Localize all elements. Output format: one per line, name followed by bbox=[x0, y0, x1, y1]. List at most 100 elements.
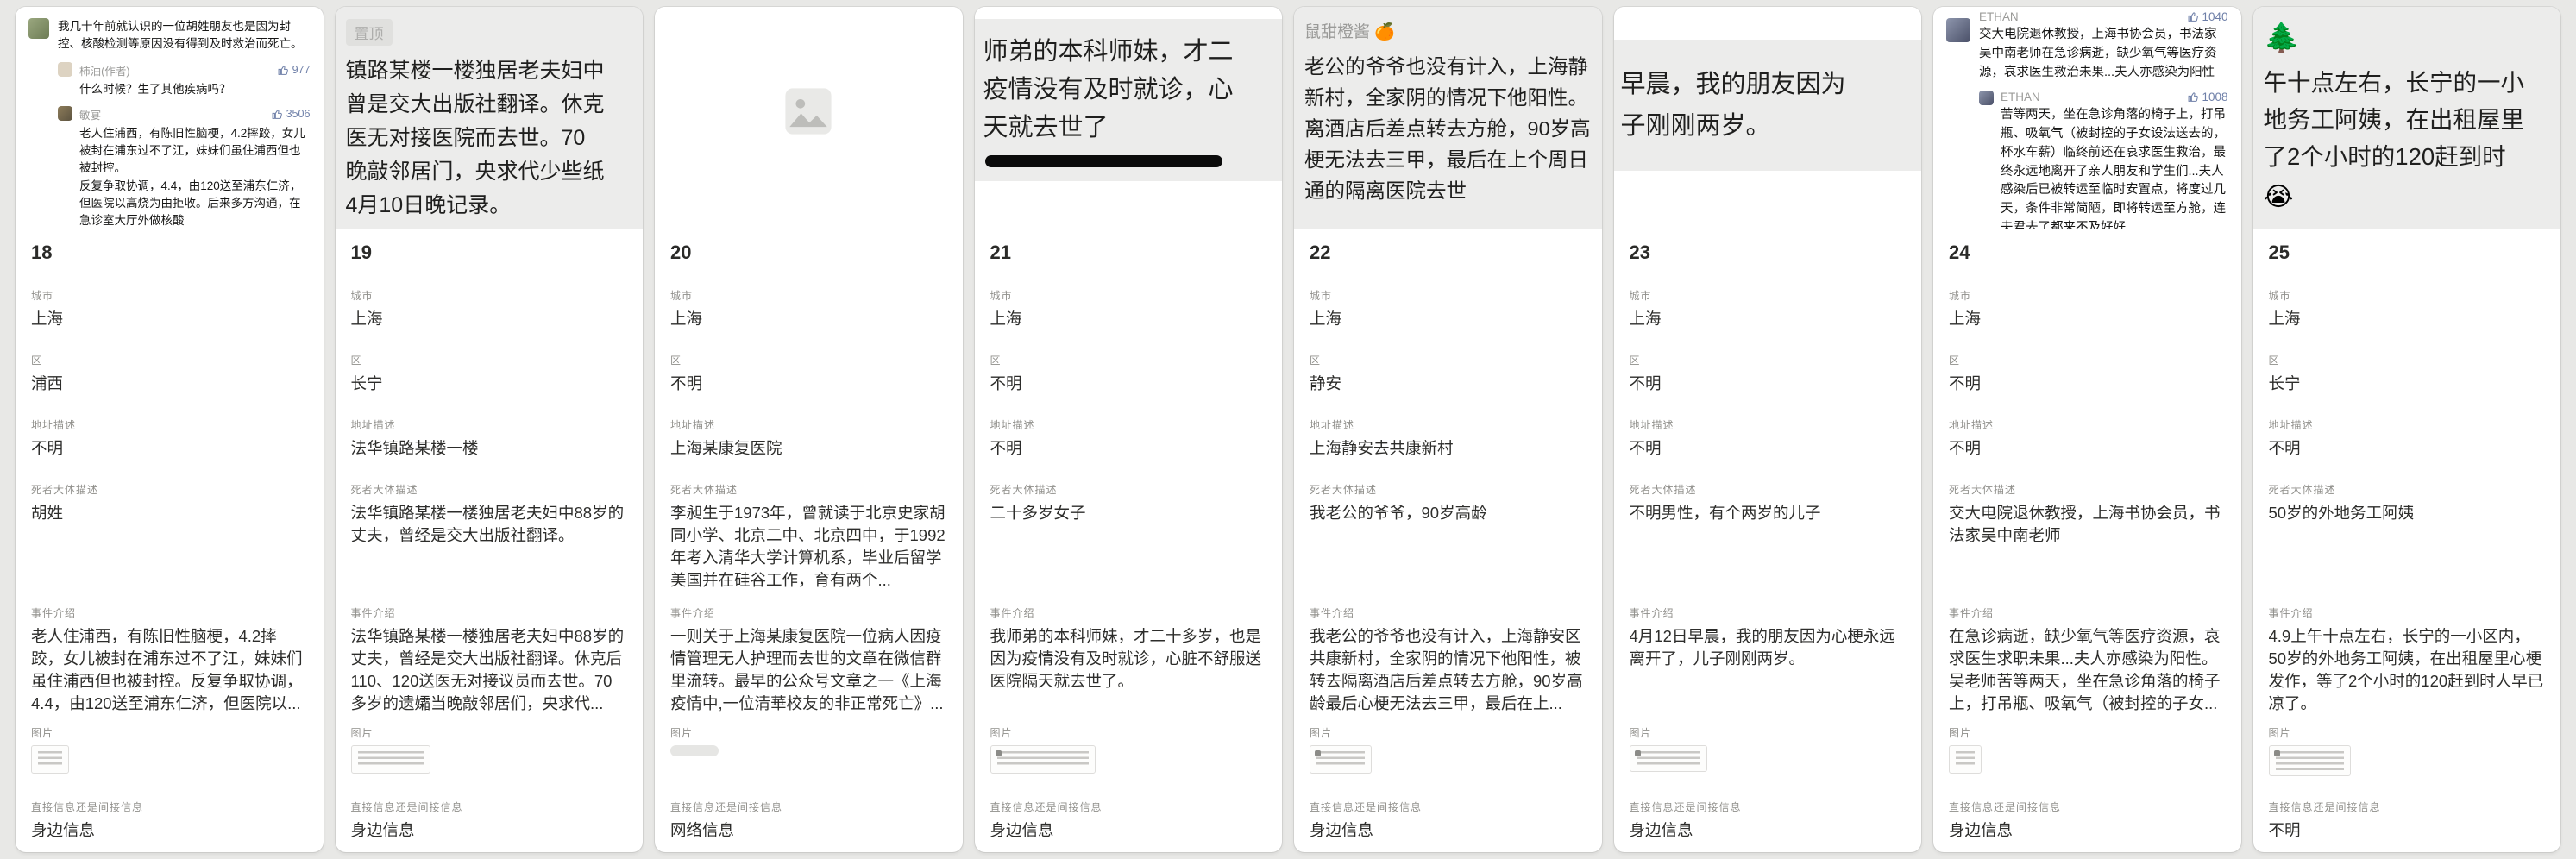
gallery-board: 我几十年前就认识的一位胡姓朋友也是因为封控、核酸检测等原因没有得到及时救治而死亡… bbox=[0, 0, 2576, 859]
card-cover: 师弟的本科师妹，才二疫情没有及时就诊，心天就去世了 bbox=[975, 7, 1283, 229]
field-value-event: 在急诊病逝，缺少氧气等医疗资源，哀求医生求职未果...夫人亦感染为阳性。吴老师苦… bbox=[1949, 625, 2226, 713]
field-image: 图片 bbox=[1630, 713, 1907, 787]
field-label-city: 城市 bbox=[1949, 288, 2226, 303]
field-direct: 直接信息还是间接信息 身边信息 bbox=[31, 787, 308, 848]
field-address: 地址描述 不明 bbox=[31, 405, 308, 470]
image-thumbnail[interactable] bbox=[670, 745, 719, 756]
field-address: 地址描述 不明 bbox=[1949, 405, 2226, 470]
field-label-image: 图片 bbox=[1310, 725, 1586, 740]
field-value-deceased: 不明男性，有个两岁的儿子 bbox=[1630, 502, 1907, 524]
field-value-event: 我师弟的本科师妹，才二十多岁，也是因为疫情没有及时就诊，心脏不舒服送医院隔天就去… bbox=[990, 625, 1267, 693]
thumbnail-avatar bbox=[1315, 750, 1321, 756]
field-value-city: 上海 bbox=[351, 308, 628, 330]
comment-text: 交大电院退休教授，上海书协会员，书法家吴中南老师在急诊病逝，缺少氧气等医疗资源，… bbox=[1979, 26, 2228, 82]
image-thumbnail[interactable] bbox=[351, 745, 430, 774]
card-cover: ETHAN 1040 交大电院退休教授，上海书协会员，书法家吴中南老师在急诊病逝，缺… bbox=[1933, 7, 2241, 229]
field-deceased: 死者大体描述 交大电院退休教授，上海书协会员，书法家吴中南老师 bbox=[1949, 470, 2226, 593]
field-address: 地址描述 上海静安去共康新村 bbox=[1310, 405, 1586, 470]
reply-name: 敏宴 bbox=[79, 106, 101, 122]
field-value-direct: 身边信息 bbox=[1630, 819, 1907, 842]
cover-text-line: 天就去世了 bbox=[983, 109, 1274, 147]
field-city: 城市 上海 bbox=[990, 276, 1267, 341]
tree-emoji: 🌲 bbox=[2264, 21, 2551, 55]
field-value-city: 上海 bbox=[990, 308, 1267, 330]
field-label-image: 图片 bbox=[1949, 725, 2226, 740]
field-label-image: 图片 bbox=[351, 725, 628, 740]
field-label-district: 区 bbox=[670, 353, 947, 367]
reply-name-row: 敏宴 3506 bbox=[79, 106, 311, 122]
reply-like-count: 3506 bbox=[272, 108, 311, 120]
field-value-district: 不明 bbox=[1630, 373, 1907, 395]
card-number: 23 bbox=[1630, 241, 1907, 276]
field-city: 城市 上海 bbox=[1949, 276, 2226, 341]
reply-name: ETHAN bbox=[2001, 91, 2040, 103]
gallery-card[interactable]: 20 城市 上海 区 不明 地址描述 上海某康复医院 死者大体描述 李昶生于19… bbox=[655, 7, 963, 852]
field-city: 城市 上海 bbox=[2269, 276, 2546, 341]
card-cover: 我几十年前就认识的一位胡姓朋友也是因为封控、核酸检测等原因没有得到及时救治而死亡… bbox=[16, 7, 324, 229]
gallery-card[interactable]: 🌲午十点左右，长宁的一小地务工阿姨，在出租屋里了2个小时的120赶到时😭 25 … bbox=[2253, 7, 2561, 852]
field-label-image: 图片 bbox=[2269, 725, 2546, 740]
card-number: 25 bbox=[2269, 241, 2546, 276]
thumbs-up-icon bbox=[2188, 11, 2199, 22]
crying-emoji: 😭 bbox=[2264, 182, 2551, 212]
field-district: 区 不明 bbox=[1630, 341, 1907, 405]
cover-text-line: 了2个小时的120赶到时 bbox=[2264, 138, 2551, 175]
field-address: 地址描述 上海某康复医院 bbox=[670, 405, 947, 470]
field-value-event: 一则关于上海某康复医院一位病人因疫情管理无人护理而去世的文章在微信群里流转。最早… bbox=[670, 625, 947, 713]
comment-main-content: ETHAN1040交大电院退休教授，上海书协会员，书法家吴中南老师在急诊病逝，缺… bbox=[1979, 18, 2228, 229]
image-thumbnail[interactable] bbox=[2269, 745, 2351, 776]
field-value-event: 4.9上午十点左右，长宁的一小区内，50岁的外地务工阿姨，在出租屋里心梗发作，等… bbox=[2269, 625, 2546, 713]
cover-text-line: 子刚刚两岁。 bbox=[1621, 105, 1915, 147]
field-image: 图片 bbox=[670, 713, 947, 787]
card-info: 21 城市 上海 区 不明 地址描述 不明 死者大体描述 二十多岁女子 事件介绍… bbox=[975, 229, 1283, 852]
image-thumbnail[interactable] bbox=[990, 745, 1096, 774]
field-deceased: 死者大体描述 法华镇路某楼一楼独居老夫妇中88岁的丈夫，曾经是交大出版社翻译。 bbox=[351, 470, 628, 593]
reply-like-value: 977 bbox=[292, 64, 311, 76]
field-event: 事件介绍 在急诊病逝，缺少氧气等医疗资源，哀求医生求职未果...夫人亦感染为阳性… bbox=[1949, 593, 2226, 713]
comment-text: 我几十年前就认识的一位胡姓朋友也是因为封控、核酸检测等原因没有得到及时救治而死亡… bbox=[58, 18, 311, 53]
thumbnail-avatar bbox=[2274, 750, 2280, 756]
image-thumbnail[interactable] bbox=[1949, 745, 1982, 774]
field-value-address: 法华镇路某楼一楼 bbox=[351, 437, 628, 460]
gallery-card[interactable]: 早晨，我的朋友因为子刚刚两岁。 23 城市 上海 区 不明 地址描述 不明 死者… bbox=[1614, 7, 1922, 852]
gallery-card[interactable]: 鼠甜橙酱 🍊老公的爷爷也没有计入，上海静新村，全家阴的情况下他阳性。离酒店后差点… bbox=[1294, 7, 1602, 852]
cover-text-line: 4月10日晚记录。 bbox=[346, 189, 633, 223]
field-label-district: 区 bbox=[1949, 353, 2226, 367]
card-info: 23 城市 上海 区 不明 地址描述 不明 死者大体描述 不明男性，有个两岁的儿… bbox=[1614, 229, 1922, 852]
card-info: 24 城市 上海 区 不明 地址描述 不明 死者大体描述 交大电院退休教授，上海… bbox=[1933, 229, 2241, 852]
field-value-deceased: 我老公的爷爷，90岁高龄 bbox=[1310, 502, 1586, 524]
cover-text-line: 师弟的本科师妹，才二 bbox=[983, 33, 1274, 71]
image-thumbnail[interactable] bbox=[1310, 745, 1372, 774]
reply-like-value: 1008 bbox=[2202, 91, 2228, 103]
field-label-direct: 直接信息还是间接信息 bbox=[1310, 799, 1586, 814]
field-label-deceased: 死者大体描述 bbox=[670, 482, 947, 497]
cover-text-line: 通的隔离医院去世 bbox=[1304, 175, 1592, 206]
cover-text-line: 镇路某楼一楼独居老夫妇中 bbox=[346, 54, 633, 88]
cover-text-line: 新村，全家阴的情况下他阳性。 bbox=[1304, 82, 1592, 113]
card-number: 20 bbox=[670, 241, 947, 276]
image-thumbnail[interactable] bbox=[1630, 745, 1707, 772]
image-thumbnail[interactable] bbox=[31, 745, 69, 774]
gallery-card[interactable]: 师弟的本科师妹，才二疫情没有及时就诊，心天就去世了 21 城市 上海 区 不明 … bbox=[975, 7, 1283, 852]
comment-main-content: 我几十年前就认识的一位胡姓朋友也是因为封控、核酸检测等原因没有得到及时救治而死亡… bbox=[58, 18, 311, 229]
field-label-direct: 直接信息还是间接信息 bbox=[990, 799, 1267, 814]
card-cover: 置顶镇路某楼一楼独居老夫妇中曾是交大出版社翻译。休克医无对接医院而去世。70晚敲… bbox=[336, 7, 644, 229]
field-deceased: 死者大体描述 50岁的外地务工阿姨 bbox=[2269, 470, 2546, 593]
gallery-card[interactable]: ETHAN1040交大电院退休教授，上海书协会员，书法家吴中南老师在急诊病逝，缺… bbox=[1933, 7, 2241, 852]
card-number: 18 bbox=[31, 241, 308, 276]
like-count-value: 1040 bbox=[2202, 10, 2228, 23]
card-cover: 鼠甜橙酱 🍊老公的爷爷也没有计入，上海静新村，全家阴的情况下他阳性。离酒店后差点… bbox=[1294, 7, 1602, 229]
field-value-city: 上海 bbox=[1949, 308, 2226, 330]
reply-content: 敏宴3506老人住浦西，有陈旧性脑梗，4.2摔跤，女儿被封在浦东过不了江，妹妹们… bbox=[79, 106, 311, 229]
redaction-bar bbox=[985, 155, 1223, 167]
field-city: 城市 上海 bbox=[1630, 276, 1907, 341]
field-direct: 直接信息还是间接信息 身边信息 bbox=[1949, 787, 2226, 848]
field-value-deceased: 交大电院退休教授，上海书协会员，书法家吴中南老师 bbox=[1949, 502, 2226, 547]
field-label-direct: 直接信息还是间接信息 bbox=[2269, 799, 2546, 814]
cover-username: 鼠甜橙酱 🍊 bbox=[1304, 19, 1592, 42]
field-address: 地址描述 不明 bbox=[990, 405, 1267, 470]
cover-text-line: 晚敲邻居门，央求代少些纸 bbox=[346, 155, 633, 189]
gallery-card[interactable]: 我几十年前就认识的一位胡姓朋友也是因为封控、核酸检测等原因没有得到及时救治而死亡… bbox=[16, 7, 324, 852]
field-value-district: 静安 bbox=[1310, 373, 1586, 395]
gallery-card[interactable]: 置顶镇路某楼一楼独居老夫妇中曾是交大出版社翻译。休克医无对接医院而去世。70晚敲… bbox=[336, 7, 644, 852]
